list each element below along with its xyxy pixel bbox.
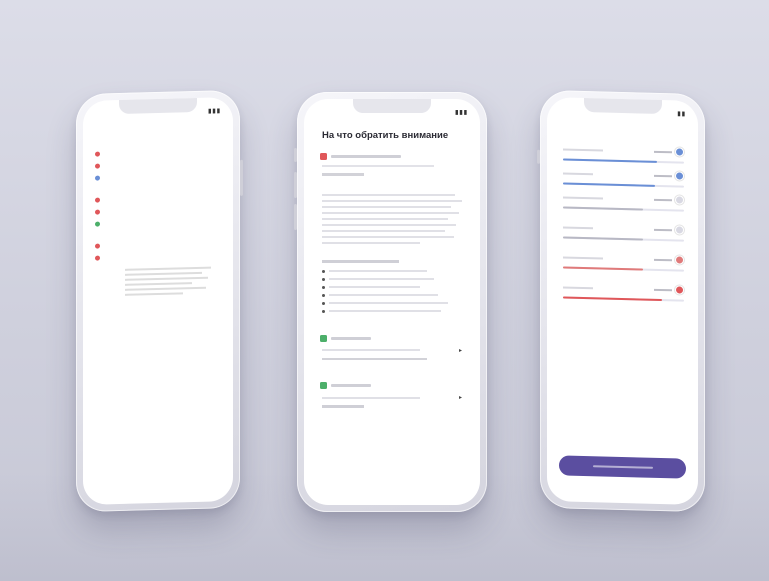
item-tag (104, 150, 124, 151)
list-item (304, 299, 480, 307)
slider-track[interactable] (563, 296, 684, 302)
slider-value (654, 255, 684, 265)
list-item (304, 307, 480, 315)
item-tag (104, 196, 124, 197)
signal-battery-icon: ▮▮ (677, 111, 686, 118)
list-item[interactable] (83, 168, 233, 184)
slider-value (654, 195, 684, 205)
status-dot-icon (95, 209, 100, 215)
category-card[interactable]: ▸ (304, 315, 480, 365)
slider-item[interactable] (547, 208, 698, 242)
item-tag (104, 174, 124, 175)
slider-knob-icon[interactable] (675, 225, 684, 235)
slider-label-placeholder (563, 285, 593, 289)
slider-knob-icon[interactable] (675, 195, 684, 205)
middle-phone-screen: ▮▮▮ На что обратить внимание ▸ ▸ (304, 99, 480, 505)
list-item (304, 275, 480, 283)
slider-item[interactable] (547, 184, 698, 212)
slider-fill (563, 296, 663, 302)
status-dot-icon (95, 243, 100, 249)
chip-label-placeholder (331, 155, 401, 158)
list-item[interactable] (83, 214, 233, 230)
chevron-right-icon[interactable]: ▸ (459, 394, 462, 401)
slider-knob-icon[interactable] (675, 255, 684, 265)
chip-label-placeholder (331, 384, 371, 387)
slider-item[interactable] (547, 238, 698, 272)
middle-phone: ▮▮▮ На что обратить внимание ▸ ▸ (294, 92, 487, 512)
volume-down-button (294, 204, 297, 230)
category-card[interactable]: ▸ (304, 364, 480, 412)
item-tag (104, 220, 124, 221)
phone-notch (353, 99, 431, 113)
mute-switch (294, 148, 297, 162)
status-dot-icon (95, 163, 100, 169)
mockup-scene: ▮▮▮ ▮▮▮ На что обратить внимание ▸ ▸ ▮▮ (0, 0, 769, 581)
slider-label-placeholder (563, 195, 603, 199)
chip-label-placeholder (331, 336, 371, 340)
right-phone: ▮▮ (537, 89, 705, 513)
item-tag (104, 208, 124, 209)
text-lines-placeholder (83, 260, 233, 297)
list-item (304, 291, 480, 299)
left-phone: ▮▮▮ (76, 89, 243, 513)
left-phone-screen: ▮▮▮ (83, 97, 233, 505)
status-dot-icon (95, 255, 100, 261)
slider-value (654, 147, 684, 157)
slider-label-placeholder (563, 171, 593, 175)
slider-value (654, 171, 684, 181)
list-item (304, 267, 480, 275)
power-button (240, 159, 243, 196)
slider-label-placeholder (563, 255, 603, 259)
slider-label-placeholder (563, 225, 593, 229)
slider-label-placeholder (563, 147, 603, 151)
chevron-right-icon[interactable]: ▸ (459, 347, 462, 354)
screen-title (83, 114, 233, 138)
slider-knob-icon[interactable] (675, 171, 684, 181)
green-square-icon (320, 382, 327, 389)
status-dot-icon (95, 221, 100, 227)
status-dot-icon (95, 197, 100, 203)
mute-switch (537, 149, 540, 164)
screen-title: На что обратить внимание (322, 130, 449, 141)
slider-item[interactable] (547, 160, 698, 188)
slider-item[interactable] (547, 268, 698, 302)
description-paragraph (304, 176, 480, 244)
red-square-icon (320, 153, 327, 160)
status-dot-icon (95, 175, 100, 181)
slider-item[interactable] (547, 136, 698, 164)
green-square-icon (320, 334, 327, 342)
slider-knob-icon[interactable] (675, 147, 684, 157)
signal-battery-icon: ▮▮▮ (208, 108, 221, 115)
list-item (304, 283, 480, 291)
chip-subtitle-placeholder (304, 160, 480, 176)
button-label-placeholder (592, 465, 653, 469)
item-tag (104, 162, 124, 163)
slider-list (547, 136, 698, 302)
item-tag (104, 254, 124, 255)
list-heading-placeholder (304, 248, 480, 267)
slider-value (654, 285, 684, 295)
signal-battery-icon: ▮▮▮ (455, 110, 468, 116)
phone-notch (119, 97, 197, 115)
phone-notch (583, 97, 662, 115)
item-tag (104, 242, 124, 243)
primary-button[interactable] (559, 455, 686, 479)
slider-knob-icon[interactable] (675, 285, 684, 295)
right-phone-screen: ▮▮ (547, 97, 698, 505)
category-chip[interactable] (304, 153, 480, 160)
slider-value (654, 225, 684, 235)
bullet-list (304, 267, 480, 315)
volume-up-button (294, 172, 297, 198)
status-dot-icon (95, 151, 100, 157)
